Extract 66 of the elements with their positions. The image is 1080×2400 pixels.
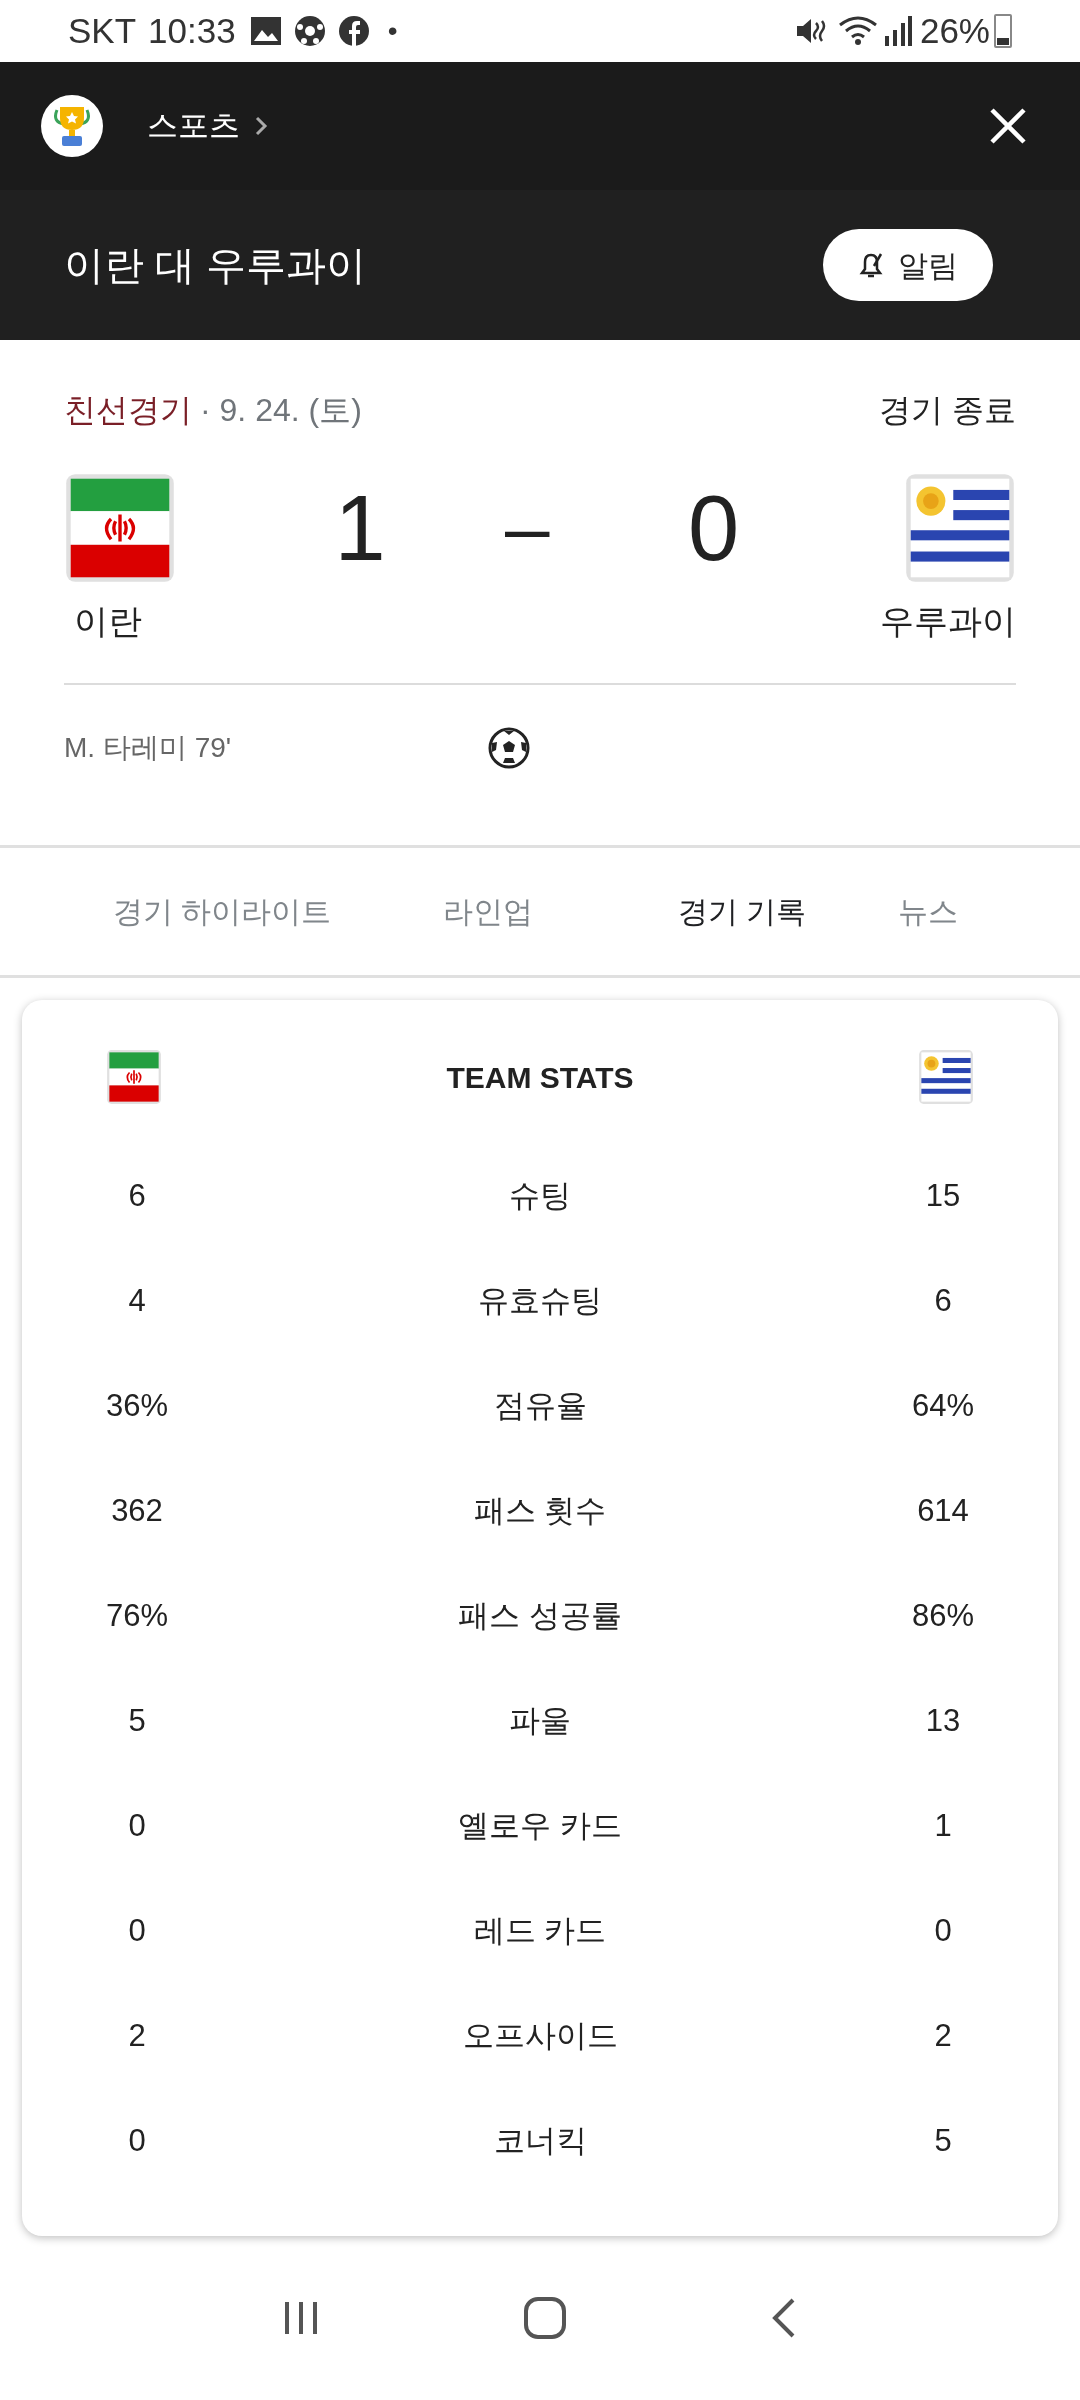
home-stat: 0 — [128, 1807, 146, 1846]
stat-label: 옐로우 카드 — [458, 1807, 622, 1846]
stat-label: 유효슈팅 — [478, 1282, 602, 1321]
stat-label: 레드 카드 — [473, 1912, 607, 1951]
stat-label: 슈팅 — [509, 1177, 571, 1216]
tab[interactable]: 뉴스 — [868, 889, 988, 934]
stat-label: 패스 성공률 — [458, 1597, 622, 1636]
home-stat: 5 — [128, 1702, 146, 1741]
battery-text: 26% — [919, 9, 990, 52]
home-stat: 0 — [128, 2122, 146, 2161]
competition-text: 친선경기 — [64, 391, 192, 430]
home-stat: 0 — [128, 1912, 146, 1951]
stat-label: 패스 횟수 — [473, 1492, 607, 1531]
signal-icon — [883, 16, 912, 46]
away-stat: 2 — [934, 2017, 952, 2056]
home-stat: 4 — [128, 1282, 146, 1321]
wifi-icon — [837, 15, 878, 47]
match-date: · 9. 24. (토) — [200, 391, 362, 430]
soccer-ball-icon — [488, 727, 530, 769]
team-stats-title: TEAM STATS — [446, 1059, 634, 1096]
team-name: 이란 — [74, 601, 142, 642]
close-icon[interactable] — [989, 107, 1027, 145]
stat-label: 파울 — [509, 1702, 571, 1741]
home-stat: 362 — [111, 1492, 163, 1531]
image-icon — [249, 16, 282, 46]
stat-label: 오프사이드 — [462, 2017, 618, 2056]
chevron-right-icon — [254, 115, 268, 137]
away-stat: 86% — [911, 1597, 974, 1636]
flag-icon — [64, 472, 176, 584]
carrier-text: SKT — [68, 9, 137, 52]
home-stat: 6 — [128, 1177, 146, 1216]
tab[interactable]: 경기 기록 — [638, 889, 846, 934]
away-stat: 1 — [934, 1807, 952, 1846]
away-stat: 13 — [925, 1702, 961, 1741]
alert-button[interactable]: 알림 — [823, 229, 993, 301]
home-stat: 36% — [105, 1387, 168, 1426]
away-stat: 6 — [934, 1282, 952, 1321]
score-text: 1 — [333, 476, 387, 581]
away-stat: 5 — [934, 2122, 952, 2161]
tab[interactable]: 라인업 — [368, 889, 608, 934]
score-text: 0 — [686, 476, 741, 581]
trophy-icon — [52, 104, 92, 148]
scorer-text: M. 타레미 79' — [64, 731, 233, 765]
home-icon[interactable] — [522, 2295, 568, 2341]
battery-icon — [994, 14, 1012, 48]
away-stat: 15 — [925, 1177, 961, 1216]
soccer-ball-icon — [293, 15, 326, 47]
clock-text: 10:33 — [148, 9, 236, 52]
home-stat: 76% — [105, 1597, 168, 1636]
tab[interactable]: 경기 하이라이트 — [92, 889, 352, 934]
flag-icon — [904, 472, 1016, 584]
away-stat: 64% — [911, 1387, 974, 1426]
flag-icon — [918, 1049, 974, 1105]
sports-link[interactable]: 스포츠 — [147, 102, 268, 150]
team-name: 우루과이 — [880, 601, 1016, 642]
notification-dot: • — [387, 14, 398, 48]
score-separator: – — [505, 482, 550, 574]
away-stat: 0 — [934, 1912, 952, 1951]
facebook-icon — [337, 15, 370, 47]
flag-icon — [106, 1049, 162, 1105]
stat-label: 점유율 — [493, 1387, 587, 1426]
stat-label: 코너킥 — [493, 2122, 587, 2161]
match-status: 경기 종료 — [879, 391, 1016, 430]
match-title: 이란 대 우루과이 — [64, 242, 367, 289]
away-stat: 614 — [917, 1492, 969, 1531]
home-stat: 2 — [128, 2017, 146, 2056]
